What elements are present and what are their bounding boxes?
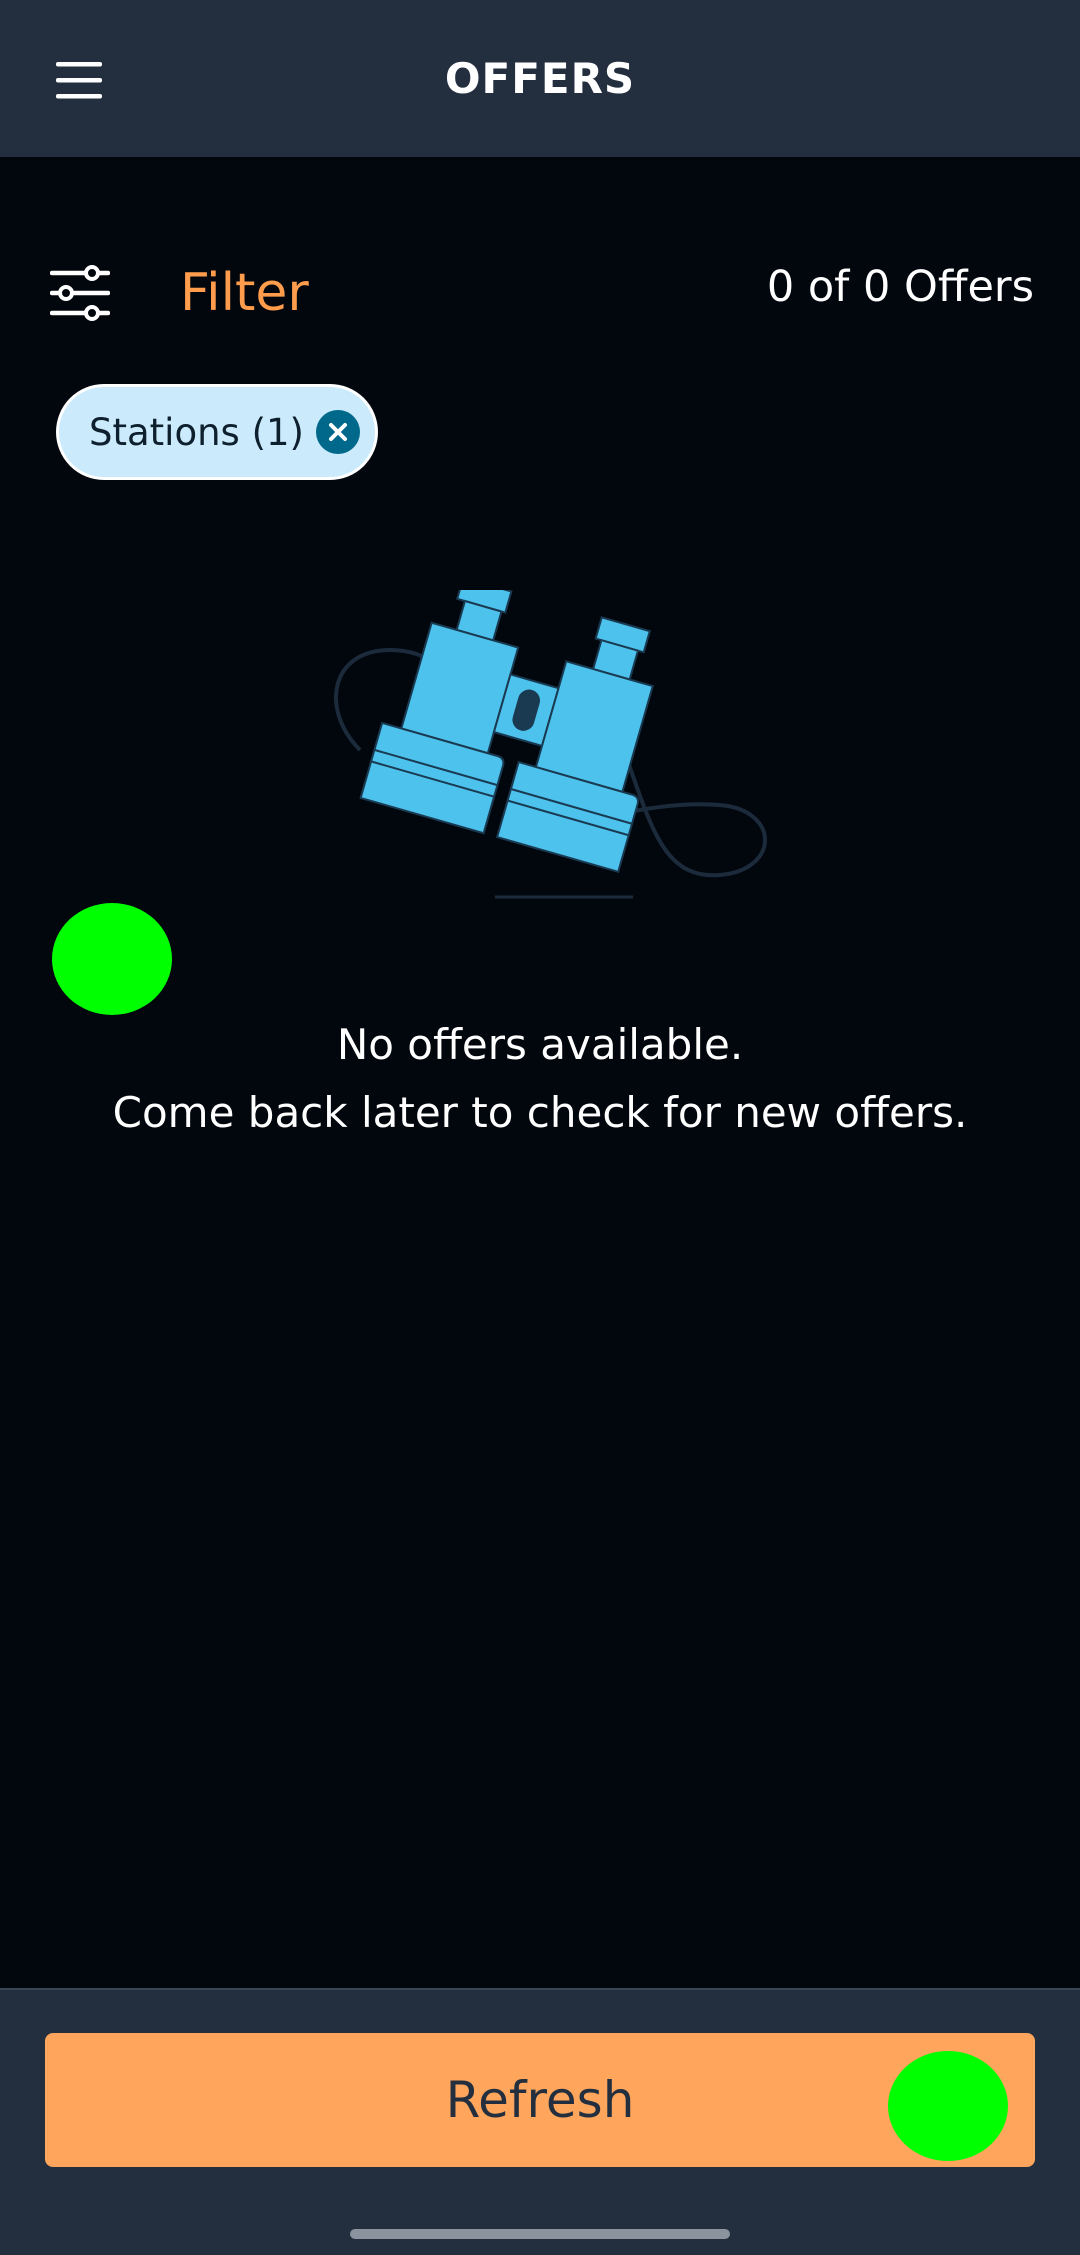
menu-button[interactable]: [40, 40, 120, 120]
empty-state-subtitle: Come back later to check for new offers.: [112, 1088, 968, 1137]
empty-state-title: No offers available.: [336, 1020, 744, 1069]
binoculars-illustration: [334, 590, 767, 899]
filter-label: Filter: [180, 262, 309, 323]
hamburger-menu-icon: [56, 62, 102, 99]
app-header: OFFERS: [0, 0, 1080, 157]
green-marker-left: [52, 903, 172, 1015]
filter-chip-label: Stations (1): [89, 410, 304, 454]
sliders-icon: [40, 253, 120, 333]
refresh-button[interactable]: Refresh: [45, 2033, 1035, 2167]
home-indicator[interactable]: [350, 2229, 730, 2239]
green-marker-right: [888, 2051, 1008, 2161]
close-circle-icon[interactable]: [316, 410, 360, 454]
page-title: OFFERS: [444, 54, 636, 103]
offer-count: 0 of 0 Offers: [766, 262, 1034, 312]
filter-button[interactable]: Filter: [40, 250, 309, 335]
offers-screen: OFFERS Filter 0 of 0 Offers Stations (1): [0, 0, 1080, 2255]
filter-chip-stations[interactable]: Stations (1): [56, 384, 378, 480]
